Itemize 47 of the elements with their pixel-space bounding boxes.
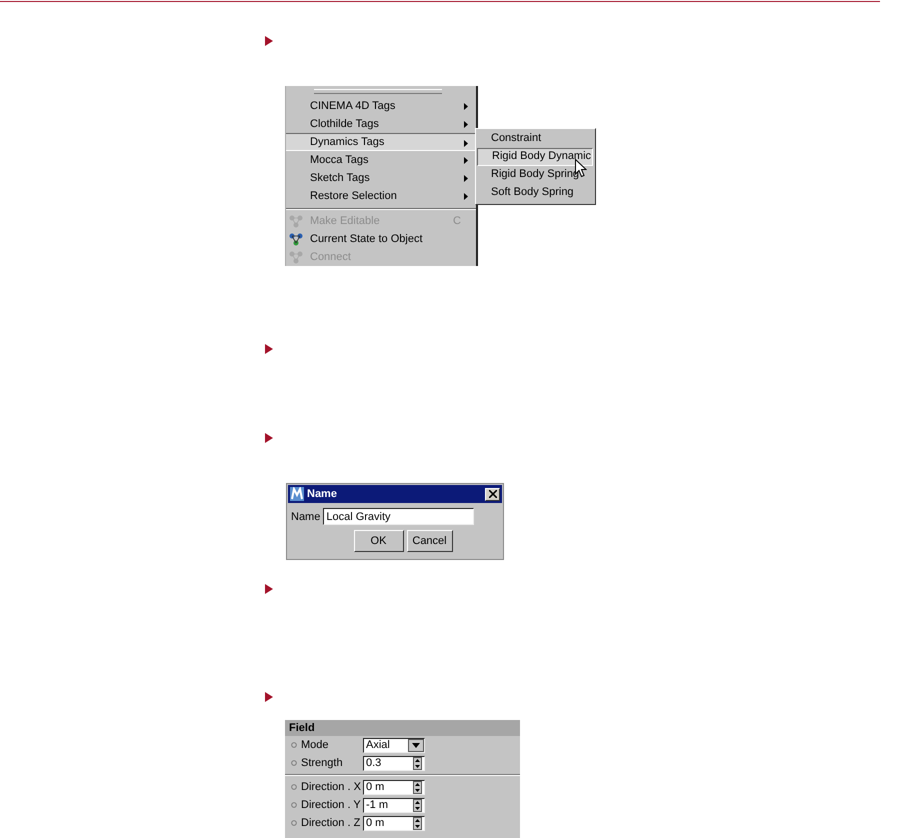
menu-item[interactable]: Mocca Tags bbox=[286, 151, 476, 169]
close-button[interactable] bbox=[485, 488, 500, 500]
dropdown[interactable]: Axial bbox=[363, 738, 425, 752]
menu-item[interactable]: Rigid Body Dynamic bbox=[477, 148, 593, 166]
number-field[interactable]: 0.3 bbox=[363, 756, 425, 770]
number-field[interactable]: 0 m bbox=[363, 816, 425, 830]
menu-item[interactable]: Constraint bbox=[476, 130, 595, 148]
dialog-button[interactable]: OK bbox=[354, 530, 404, 552]
menu-item[interactable]: Current State to Object bbox=[286, 230, 476, 248]
animation-dot-icon bbox=[291, 784, 297, 790]
bullet-icon bbox=[265, 36, 273, 46]
name-field[interactable]: Local Gravity bbox=[323, 508, 474, 525]
spinner-arrows-icon bbox=[413, 756, 422, 770]
number-field[interactable]: 0 m bbox=[363, 780, 425, 794]
animation-dot-icon bbox=[291, 802, 297, 808]
bullet-icon bbox=[265, 433, 273, 443]
field-label: Name bbox=[291, 510, 320, 522]
menu-item[interactable]: Rigid Body Spring bbox=[476, 166, 595, 184]
parameter-label: Direction . X bbox=[301, 781, 362, 793]
menu-item[interactable]: Sketch Tags bbox=[286, 169, 476, 187]
objects-icon bbox=[289, 250, 303, 264]
bullet-icon bbox=[265, 344, 273, 354]
objects-icon bbox=[289, 214, 303, 228]
parameter-label: Mode bbox=[301, 739, 330, 751]
objects-icon bbox=[289, 232, 303, 246]
spinner-arrows-icon bbox=[413, 798, 422, 812]
menu-item[interactable]: Soft Body Spring bbox=[476, 184, 595, 202]
menu-item[interactable]: CINEMA 4D Tags bbox=[286, 97, 476, 115]
panel-header: Field bbox=[285, 720, 520, 736]
animation-dot-icon bbox=[291, 742, 297, 748]
animation-dot-icon bbox=[291, 760, 297, 766]
parameter-label: Direction . Z bbox=[301, 817, 362, 829]
number-field[interactable]: -1 m bbox=[363, 798, 425, 812]
spinner-arrows-icon bbox=[413, 816, 422, 830]
window-title: Name bbox=[307, 488, 338, 500]
spinner-arrows-icon bbox=[413, 780, 422, 794]
bullet-icon bbox=[265, 692, 273, 702]
menu-item[interactable]: Restore Selection bbox=[286, 187, 476, 205]
dialog-button[interactable]: Cancel bbox=[406, 530, 452, 552]
close-icon bbox=[488, 490, 496, 498]
bullet-icon bbox=[265, 584, 273, 594]
parameter-label: Strength bbox=[301, 757, 344, 769]
menu-item[interactable]: Clothilde Tags bbox=[286, 115, 476, 133]
animation-dot-icon bbox=[291, 820, 297, 826]
parameter-label: Direction . Y bbox=[301, 799, 362, 811]
app-icon bbox=[290, 487, 304, 501]
menu-item[interactable]: Dynamics Tags bbox=[286, 133, 476, 151]
